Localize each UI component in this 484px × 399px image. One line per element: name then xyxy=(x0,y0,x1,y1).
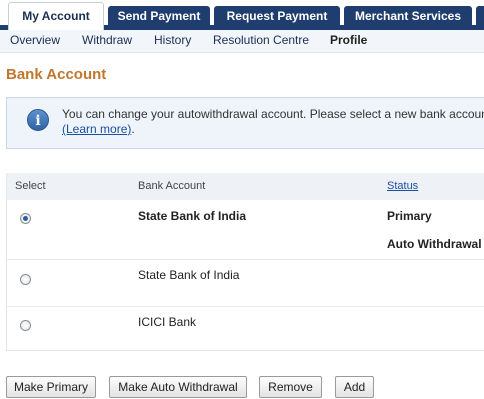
make-auto-withdrawal-button[interactable]: Make Auto Withdrawal xyxy=(109,376,247,398)
bank-name: ICICI Bank xyxy=(138,315,197,329)
info-message-text: You can change your autowithdrawal accou… xyxy=(62,107,484,121)
remove-button[interactable]: Remove xyxy=(259,376,322,398)
header-select: Select xyxy=(15,180,46,192)
info-message-box: i You can change your autowithdrawal acc… xyxy=(6,97,484,149)
subnav-resolution-centre[interactable]: Resolution Centre xyxy=(213,33,309,47)
info-link-line: (Learn more). xyxy=(62,122,484,137)
table-header: Select Bank Account Status xyxy=(7,173,484,200)
header-bank-account: Bank Account xyxy=(138,180,206,192)
sub-navigation: Overview Withdraw History Resolution Cen… xyxy=(0,30,484,53)
subnav-history[interactable]: History xyxy=(154,33,191,47)
add-button[interactable]: Add xyxy=(335,376,374,398)
info-message: You can change your autowithdrawal accou… xyxy=(62,107,484,137)
subnav-overview[interactable]: Overview xyxy=(10,33,60,47)
top-navigation: My Account Send Payment Request Payment … xyxy=(0,0,484,30)
row-radio-button[interactable] xyxy=(20,274,31,285)
subnav-withdraw[interactable]: Withdraw xyxy=(82,33,132,47)
page-title: Bank Account xyxy=(6,66,107,83)
bank-account-table: Select Bank Account Status State Bank of… xyxy=(6,173,484,351)
row-radio-button[interactable] xyxy=(20,320,31,331)
subnav-profile[interactable]: Profile xyxy=(330,33,367,47)
status-auto-withdrawal: Auto Withdrawal xyxy=(387,237,482,251)
tab-send-payment[interactable]: Send Payment xyxy=(108,6,210,26)
info-icon: i xyxy=(27,109,49,131)
status-primary: Primary xyxy=(387,209,432,223)
bank-name: State Bank of India xyxy=(138,209,247,223)
bank-name: State Bank of India xyxy=(138,268,240,282)
info-trailing-period: . xyxy=(131,122,135,136)
row-radio-button[interactable] xyxy=(20,213,31,224)
learn-more-link[interactable]: (Learn more) xyxy=(62,122,131,136)
tab-overflow[interactable] xyxy=(476,6,484,26)
tab-merchant-services[interactable]: Merchant Services xyxy=(344,6,472,26)
row-divider xyxy=(7,306,484,307)
tab-request-payment[interactable]: Request Payment xyxy=(214,6,340,26)
row-divider xyxy=(7,259,484,260)
make-primary-button[interactable]: Make Primary xyxy=(6,376,96,398)
tab-my-account[interactable]: My Account xyxy=(8,2,104,30)
header-status-sort-link[interactable]: Status xyxy=(387,180,418,192)
